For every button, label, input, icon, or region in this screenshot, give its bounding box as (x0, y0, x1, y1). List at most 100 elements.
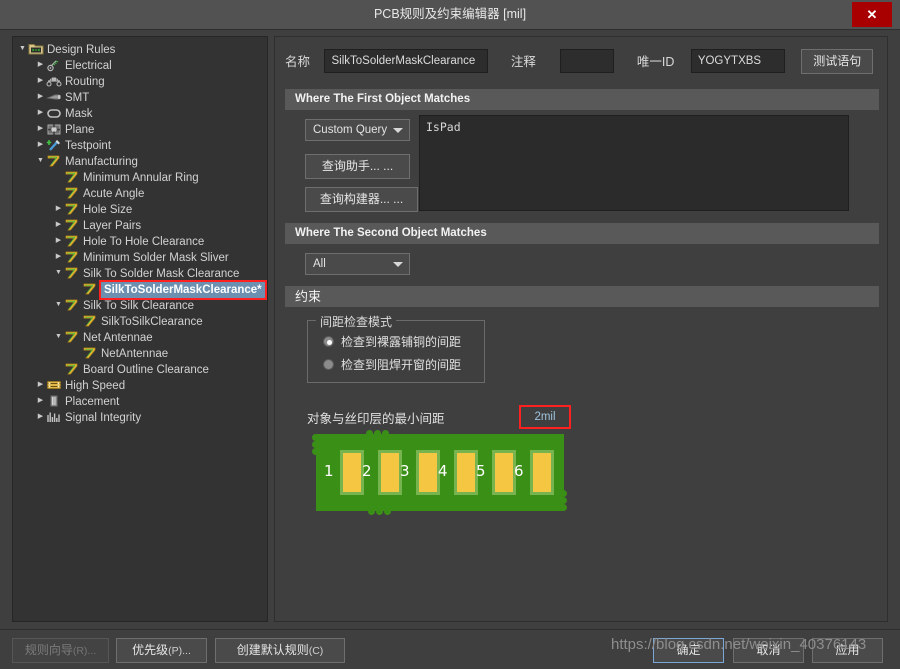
tree-item-label: Silk To Silk Clearance (83, 300, 195, 312)
query-builder-button[interactable]: 查询构建器... ... (305, 187, 418, 212)
close-icon[interactable]: ✕ (852, 2, 892, 27)
first-object-scope-select[interactable]: Custom Query (305, 119, 410, 141)
pcb-rules-dialog: PCB规则及约束编辑器 [mil] ✕ ▼ Design Rules ▶ Electr… (0, 0, 900, 669)
comment-input[interactable] (560, 49, 615, 73)
apply-button[interactable]: 应用 (812, 638, 883, 663)
tree-item-minimum-annular-ring[interactable]: ▶ Minimum Annular Ring (13, 169, 267, 186)
ok-button[interactable]: 确定 (653, 638, 724, 663)
tree-item-electrical[interactable]: ▶ Electrical (13, 57, 267, 74)
window-title: PCB规则及约束编辑器 [mil] (373, 7, 527, 21)
min-clearance-input[interactable]: 2mil (519, 405, 571, 429)
pad-number-4: 4 (438, 462, 448, 480)
expander-expand-icon[interactable]: ▶ (35, 121, 46, 137)
rule-icon (64, 218, 80, 232)
manufacturing-icon (46, 154, 62, 168)
cancel-button[interactable]: 取消 (733, 638, 804, 663)
rule-name-input[interactable]: SilkToSolderMaskClearance (324, 49, 489, 73)
tree-item-minimum-solder-mask-sliver[interactable]: ▶ Minimum Solder Mask Sliver (13, 249, 267, 266)
pcb-edge-notch (368, 508, 375, 515)
tree-item-hole-size[interactable]: ▶ Hole Size (13, 201, 267, 218)
tree-item-net-antennae[interactable]: ▼ Net Antennae (13, 329, 267, 346)
radio-solder-mask-opening-indicator (323, 359, 334, 371)
expander-expand-icon[interactable]: ▶ (35, 377, 46, 393)
tree-item-silk-to-silk-clearance[interactable]: ▼ Silk To Silk Clearance (13, 297, 267, 314)
expander-expand-icon[interactable]: ▶ (35, 393, 46, 409)
tree-item-silktosoldermaskclearance[interactable]: ▶ SilkToSolderMaskClearance* (13, 280, 267, 301)
expander-expand-icon[interactable]: ▶ (35, 73, 46, 89)
rule-icon (64, 202, 80, 216)
tree-item-silktosilkclearance[interactable]: ▶ SilkToSilkClearance (13, 314, 267, 330)
pcb-preview-graphic: 1 2 3 4 5 6 (308, 430, 572, 515)
design-rules-tree[interactable]: ▼ Design Rules ▶ Electrical ▶ Routing ▶ SMT ▶ Mas… (12, 36, 268, 622)
second-object-scope-value: All (313, 258, 326, 270)
tree-item-mask[interactable]: ▶ Mask (13, 105, 267, 122)
radio-bare-copper[interactable]: 检查到裸露铺铜的间距 (323, 333, 461, 351)
expander-expand-icon[interactable]: ▶ (53, 201, 64, 217)
create-default-rules-button[interactable]: 创建默认规则(C) (215, 638, 345, 663)
tree-item-label: High Speed (65, 380, 126, 392)
tree-item-placement[interactable]: ▶ Placement (13, 393, 267, 410)
rule-icon (64, 362, 80, 376)
tree-item-acute-angle[interactable]: ▶ Acute Angle (13, 186, 267, 202)
tree-item-label: Layer Pairs (83, 220, 142, 232)
expander-collapse-icon[interactable]: ▼ (35, 153, 46, 169)
query-helper-button[interactable]: 查询助手... ... (305, 154, 410, 179)
priority-button[interactable]: 优先级(P)... (116, 638, 207, 663)
expander-collapse-icon[interactable]: ▼ (53, 297, 64, 313)
rule-wizard-button[interactable]: 规则向导(R)... (12, 638, 109, 663)
tree-item-routing[interactable]: ▶ Routing (13, 73, 267, 90)
tree-item-plane[interactable]: ▶ Plane (13, 121, 267, 138)
first-object-scope-value: Custom Query (313, 124, 388, 136)
tree-item-signal-integrity[interactable]: ▶ Signal Integrity (13, 409, 267, 426)
name-label: 名称 (285, 55, 311, 69)
tree-item-label: Minimum Annular Ring (83, 172, 199, 184)
expander-collapse-icon[interactable]: ▼ (53, 329, 64, 345)
expander-expand-icon[interactable]: ▶ (35, 105, 46, 121)
expander-expand-icon[interactable]: ▶ (35, 89, 46, 105)
tree-item-label: Signal Integrity (65, 412, 142, 424)
tree-item-manufacturing[interactable]: ▼ Manufacturing (13, 153, 267, 170)
tree-item-board-outline-clearance[interactable]: ▶ Board Outline Clearance (13, 362, 267, 378)
title-bar: PCB规则及约束编辑器 [mil] ✕ (0, 0, 900, 29)
rule-icon (64, 266, 80, 280)
expander-expand-icon[interactable]: ▶ (53, 249, 64, 265)
tree-item-smt[interactable]: ▶ SMT (13, 89, 267, 106)
rule-icon (82, 314, 98, 328)
expander-expand-icon[interactable]: ▶ (35, 409, 46, 425)
tree-item-silk-to-solder-mask-clearance[interactable]: ▼ Silk To Solder Mask Clearance (13, 265, 267, 282)
dialog-footer: 规则向导(R)... 优先级(P)... 创建默认规则(C) 确定 取消 应用 (0, 629, 900, 669)
pad-number-2: 2 (362, 462, 372, 480)
tree-item-design-rules[interactable]: ▼ Design Rules (13, 41, 267, 58)
priority-button-mnemonic: (P)... (168, 645, 191, 657)
second-object-section-header: Where The Second Object Matches (285, 223, 879, 244)
tree-item-label: Testpoint (65, 140, 112, 152)
expander-spacer: ▶ (53, 169, 64, 185)
expander-expand-icon[interactable]: ▶ (53, 233, 64, 249)
first-object-query-input[interactable]: IsPad (419, 115, 849, 211)
tree-item-hole-to-hole-clearance[interactable]: ▶ Hole To Hole Clearance (13, 233, 267, 250)
tree-item-label: Hole To Hole Clearance (83, 236, 205, 248)
tree-item-layer-pairs[interactable]: ▶ Layer Pairs (13, 217, 267, 234)
expander-expand-icon[interactable]: ▶ (53, 217, 64, 233)
expander-collapse-icon[interactable]: ▼ (53, 265, 64, 281)
pcb-pad-3 (416, 450, 440, 495)
plane-icon (46, 122, 62, 136)
expander-collapse-icon[interactable]: ▼ (17, 41, 28, 57)
expander-expand-icon[interactable]: ▶ (35, 57, 46, 73)
expander-expand-icon[interactable]: ▶ (35, 137, 46, 153)
second-object-scope-select[interactable]: All (305, 253, 410, 275)
tree-item-netantennae[interactable]: ▶ NetAntennae (13, 346, 267, 362)
tree-item-testpoint[interactable]: ▶ Testpoint (13, 137, 267, 154)
tree-item-label: Placement (65, 396, 120, 408)
pad-number-1: 1 (324, 462, 334, 480)
pcb-edge-notch (382, 430, 389, 437)
first-object-section-header: Where The First Object Matches (285, 89, 879, 110)
unique-id-input[interactable]: YOGYTXBS (690, 49, 785, 73)
test-query-button[interactable]: 测试语句 (801, 49, 874, 74)
radio-solder-mask-opening[interactable]: 检查到阻焊开窗的间距 (323, 356, 461, 374)
tree-item-high-speed[interactable]: ▶ High Speed (13, 377, 267, 394)
clearance-mode-group-title: 间距检查模式 (316, 313, 397, 330)
pcb-pad-1 (340, 450, 364, 495)
tree-scroll-area[interactable]: ▼ Design Rules ▶ Electrical ▶ Routing ▶ SMT ▶ Mas… (13, 37, 267, 621)
rule-identity-row: 名称 SilkToSolderMaskClearance 注释 唯一ID YOG… (285, 49, 879, 75)
